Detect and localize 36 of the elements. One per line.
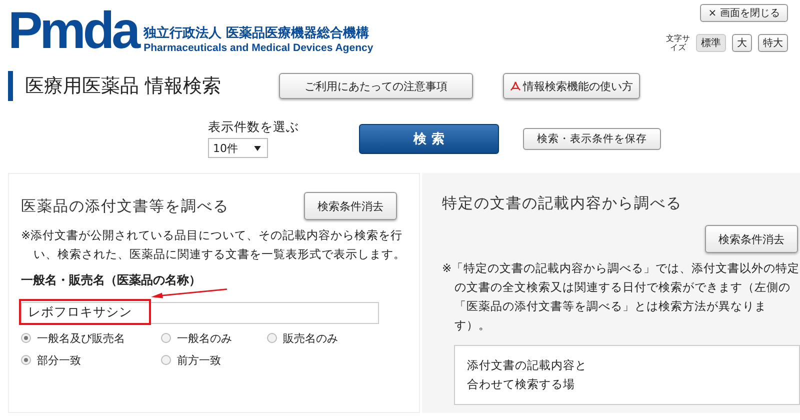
font-size-button[interactable]: 標準 [696,34,726,52]
display-count-label: 表示件数を選ぶ [208,119,299,136]
panel-note: ※添付文書が公開されている品目について、その記載内容から検索を行い、検索された、医薬品に関連する文書を一覧表形式で表示します。 [21,227,407,263]
radio-button[interactable] [21,355,31,365]
clear-conditions-button[interactable]: 検索条件消去 [304,192,397,220]
save-conditions-button[interactable]: 検索・表示条件を保存 [523,128,661,150]
header-button[interactable]: ご利用にあたっての注意事項 [279,73,473,99]
org-name-english: Pharmaceuticals and Medical Devices Agency [144,42,374,54]
header-button[interactable]: 情報検索機能の使い方 [503,73,640,99]
radio-label: 前方一致 [177,352,221,368]
radio-label: 販売名のみ [283,330,338,346]
radio-label: 一般名及び販売名 [37,330,125,346]
page-title: 医療用医薬品 情報検索 [8,71,265,101]
close-screen-button[interactable]: × 画面を閉じる [700,4,788,22]
clear-conditions-button[interactable]: 検索条件消去 [705,225,798,253]
radio-label: 一般名のみ [177,330,232,346]
dropdown-arrow-icon [254,146,261,150]
radio-button[interactable] [161,355,171,365]
radio-label: 部分一致 [37,352,81,368]
radio-button[interactable] [21,333,31,343]
org-name: 独立行政法人 医薬品医療機器総合機構 [144,24,370,42]
search-button[interactable]: 検 索 [359,124,499,154]
panel-title: 特定の文書の記載内容から調べる [442,194,682,212]
font-size-button[interactable]: 大 [732,34,752,52]
panel-title: 医薬品の添付文書等を調べる [21,196,229,216]
pdf-icon [510,80,521,92]
logo-mark: Pmda [8,4,138,58]
info-text: 添付文書の記載内容と合わせて検索する場 [467,357,588,393]
drug-name-field[interactable]: レボフロキサシン [21,302,379,324]
display-count-select[interactable]: 10件 [208,138,268,158]
radio-button[interactable] [161,333,171,343]
font-size-button[interactable]: 特大 [758,34,788,52]
radio-button[interactable] [267,333,277,343]
field-label: 一般名・販売名（医薬品の名称） [21,272,201,289]
panel-note: ※「特定の文書の記載内容から調べる」では、添付文書以外の特定の文書の全文検索又は関連する日付で検索ができます（左側の「医薬品の添付文書等を調べる」とは検索方法が異なります）。 [442,260,800,334]
font-size-label: 文字サイズ [666,34,690,52]
